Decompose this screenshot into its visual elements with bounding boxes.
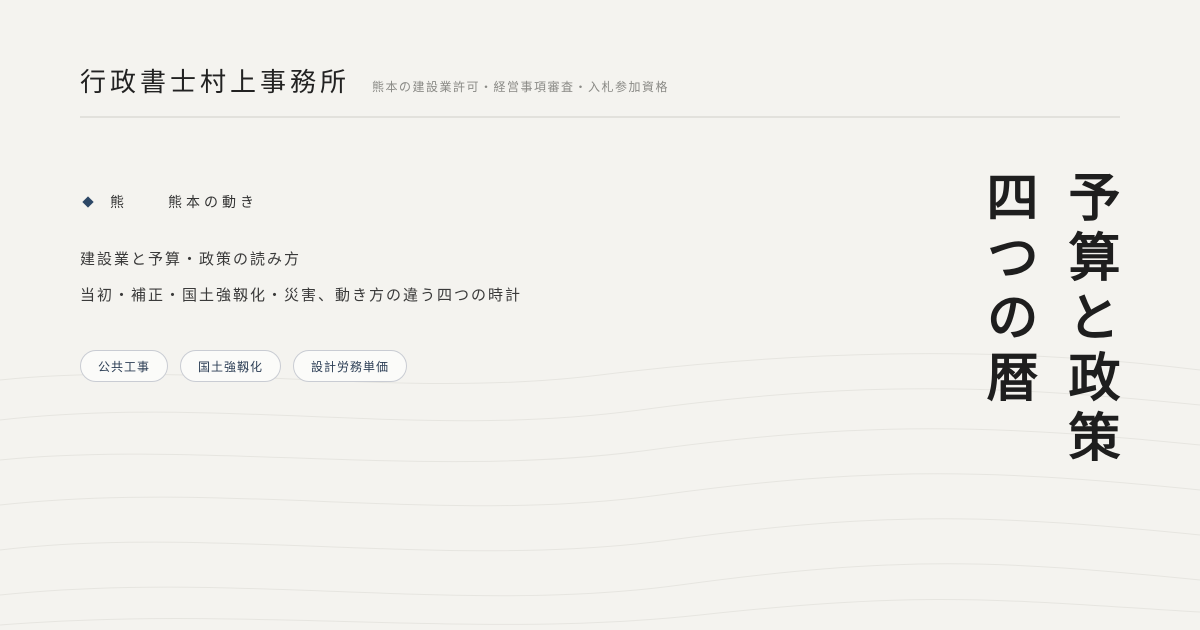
header-divider <box>80 116 1120 118</box>
tag-list: 公共工事 国土強靱化 設計労務単価 <box>80 350 408 382</box>
kicker-char: 熊 <box>110 195 128 211</box>
subtitle-block: 建設業と予算・政策の読み方 当初・補正・国土強靱化・災害、動き方の違う四つの時計 <box>80 248 522 320</box>
subtitle-line: 建設業と予算・政策の読み方 <box>80 250 302 268</box>
tag-national-resilience[interactable]: 国土強靱化 <box>180 350 282 382</box>
brand-name[interactable]: 行政書士村上事務所 <box>80 62 350 99</box>
vertical-title: 予算と政策 四つの暦 <box>976 170 1120 530</box>
title-column-1: 予算と政策 <box>1059 170 1120 470</box>
section-kicker: 熊 熊本の動き <box>80 192 258 212</box>
kicker-label: 熊本の動き <box>168 195 258 211</box>
title-column-2: 四つの暦 <box>977 170 1038 410</box>
brand-tagline: 熊本の建設業許可・経営事項審査・入札参加資格 <box>372 80 670 94</box>
tag-labor-unit-price[interactable]: 設計労務単価 <box>293 350 408 382</box>
subtitle-line: 当初・補正・国土強靱化・災害、動き方の違う四つの時計 <box>80 286 523 304</box>
site-header: 行政書士村上事務所 熊本の建設業許可・経営事項審査・入札参加資格 <box>80 62 1120 99</box>
diamond-icon <box>82 196 94 208</box>
tag-public-works[interactable]: 公共工事 <box>80 350 169 382</box>
